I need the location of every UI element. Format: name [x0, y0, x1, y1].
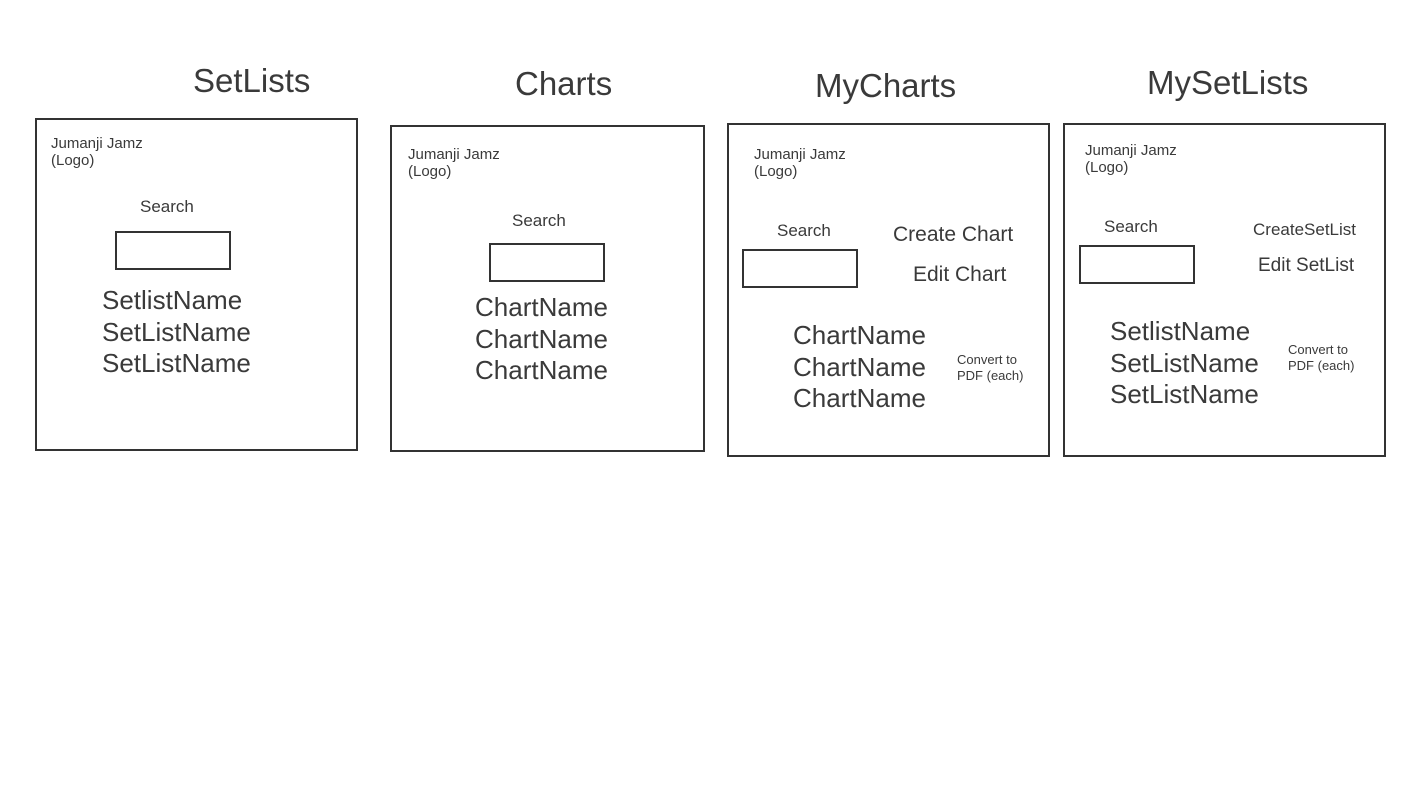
mysetlists-search-input[interactable] — [1079, 245, 1195, 284]
list-item[interactable]: ChartName — [475, 355, 608, 387]
list-item[interactable]: SetListName — [102, 317, 251, 349]
list-item[interactable]: SetlistName — [1110, 316, 1259, 348]
setlists-search-input[interactable] — [115, 231, 231, 270]
mysetlists-logo: Jumanji Jamz (Logo) — [1085, 142, 1177, 176]
charts-list: ChartName ChartName ChartName — [475, 292, 608, 387]
setlists-logo: Jumanji Jamz (Logo) — [51, 135, 143, 169]
mycharts-logo: Jumanji Jamz (Logo) — [754, 146, 846, 180]
mycharts-list: ChartName ChartName ChartName — [793, 320, 926, 415]
create-chart-button[interactable]: Create Chart — [893, 224, 1013, 245]
charts-title: Charts — [515, 65, 613, 102]
list-item[interactable]: ChartName — [793, 320, 926, 352]
setlists-search-label: Search — [140, 197, 194, 216]
list-item[interactable]: ChartName — [793, 352, 926, 384]
mysetlists-title: MySetLists — [1147, 64, 1309, 101]
list-item[interactable]: SetListName — [1110, 348, 1259, 380]
charts-search-input[interactable] — [489, 243, 605, 282]
edit-setlist-button[interactable]: Edit SetList — [1258, 256, 1354, 275]
list-item[interactable]: SetlistName — [102, 285, 251, 317]
edit-chart-button[interactable]: Edit Chart — [913, 264, 1006, 285]
mysetlists-search-label: Search — [1104, 217, 1158, 236]
mycharts-title: MyCharts — [815, 67, 957, 104]
mycharts-search-input[interactable] — [742, 249, 858, 288]
setlists-title: SetLists — [193, 62, 311, 99]
create-setlist-button[interactable]: CreateSetList — [1253, 221, 1356, 238]
setlists-list: SetlistName SetListName SetListName — [102, 285, 251, 380]
list-item[interactable]: ChartName — [793, 383, 926, 415]
mycharts-convert-pdf-button[interactable]: Convert to PDF (each) — [957, 352, 1023, 384]
mysetlists-convert-pdf-button[interactable]: Convert to PDF (each) — [1288, 342, 1354, 374]
mycharts-search-label: Search — [777, 221, 831, 240]
charts-logo: Jumanji Jamz (Logo) — [408, 146, 500, 180]
charts-search-label: Search — [512, 211, 566, 230]
list-item[interactable]: ChartName — [475, 292, 608, 324]
mysetlists-list: SetlistName SetListName SetListName — [1110, 316, 1259, 411]
list-item[interactable]: ChartName — [475, 324, 608, 356]
list-item[interactable]: SetListName — [1110, 379, 1259, 411]
list-item[interactable]: SetListName — [102, 348, 251, 380]
